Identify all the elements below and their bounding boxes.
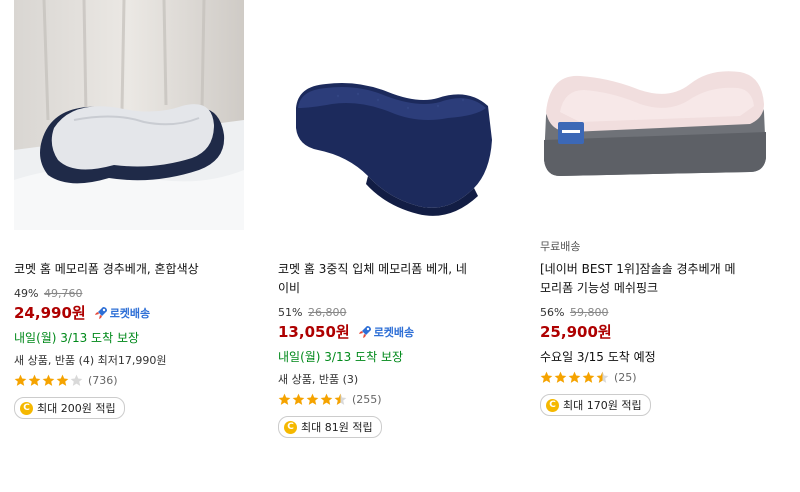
star-rating (14, 374, 84, 387)
product-title[interactable]: 코멧 홈 메모리폼 경추베개, 혼합색상 (14, 260, 246, 279)
star-icon (320, 393, 333, 405)
reward-label: 최대 200원 적립 (37, 402, 116, 415)
shipping-tag (278, 238, 528, 254)
star-icon (56, 374, 69, 386)
original-price: 59,800 (569, 306, 609, 319)
discount-rate: 51% (278, 306, 303, 319)
rocket-badge: 로켓배송 (358, 324, 414, 340)
rocket-icon (94, 306, 107, 319)
product-grid: 코멧 홈 메모리폼 경추베개, 혼합색상 49% 49,760 24,990원 … (0, 0, 800, 492)
shipping-tag (14, 238, 264, 254)
star-rating (278, 393, 348, 406)
discount-rate: 56% (540, 306, 565, 319)
product-title[interactable]: [네이버 BEST 1위]잠솔솔 경추베개 메 모리폼 기능성 메쉬핑크 (540, 260, 772, 298)
star-icon (292, 393, 305, 405)
review-count[interactable]: (736) (88, 374, 118, 387)
product-image[interactable] (540, 0, 770, 230)
rocket-label: 로켓배송 (373, 325, 415, 339)
star-icon (70, 374, 83, 386)
reward-badge: C 최대 200원 적립 (14, 397, 125, 419)
product-card[interactable]: 무료배송 [네이버 BEST 1위]잠솔솔 경추베개 메 모리폼 기능성 메쉬핑… (540, 0, 790, 416)
rocket-icon (358, 325, 371, 338)
reward-badge: C 최대 170원 적립 (540, 394, 651, 416)
discount-info: 49% 49,760 (14, 287, 264, 300)
star-icon (278, 393, 291, 405)
discount-info: 56% 59,800 (540, 306, 790, 319)
product-title-line[interactable]: [네이버 BEST 1위]잠솔솔 경추베개 메 (540, 260, 772, 279)
sale-price: 24,990원 (14, 304, 86, 322)
variants-info[interactable]: 새 상품, 반품 (3) (278, 371, 528, 387)
variants-info[interactable]: 새 상품, 반품 (4) 최저17,990원 (14, 352, 264, 368)
product-image[interactable] (278, 0, 508, 230)
discount-info: 51% 26,800 (278, 306, 528, 319)
rocket-badge: 로켓배송 (94, 305, 150, 321)
star-icon (14, 374, 27, 386)
product-title[interactable]: 코멧 홈 3중직 입체 메모리폼 베개, 네 이비 (278, 260, 510, 298)
product-image[interactable] (14, 0, 244, 230)
coin-icon: C (546, 398, 559, 412)
original-price: 49,760 (43, 287, 83, 300)
star-icon (42, 374, 55, 386)
product-title-line[interactable]: 코멧 홈 메모리폼 경추베개, 혼합색상 (14, 260, 246, 279)
reward-label: 최대 81원 적립 (301, 421, 373, 434)
star-icon (334, 393, 347, 405)
star-icon (540, 371, 553, 383)
review-count[interactable]: (25) (614, 371, 637, 384)
original-price: 26,800 (307, 306, 347, 319)
product-title-line[interactable]: 모리폼 기능성 메쉬핑크 (540, 279, 772, 298)
star-icon (28, 374, 41, 386)
product-title-line[interactable]: 이비 (278, 279, 510, 298)
star-icon (554, 371, 567, 383)
sale-price: 25,900원 (540, 323, 612, 341)
reward-label: 최대 170원 적립 (563, 399, 642, 412)
product-title-line[interactable]: 코멧 홈 3중직 입체 메모리폼 베개, 네 (278, 260, 510, 279)
rating: (25) (540, 371, 790, 384)
coin-icon: C (284, 420, 297, 434)
coin-icon: C (20, 401, 33, 415)
delivery-info: 수요일 3/15 도착 예정 (540, 350, 656, 364)
rating: (736) (14, 374, 264, 387)
price-row: 25,900원 (540, 321, 790, 342)
reward-badge: C 최대 81원 적립 (278, 416, 382, 438)
star-rating (540, 371, 610, 384)
delivery-info: 내일(월) 3/13 도착 보장 (278, 350, 404, 364)
star-icon (568, 371, 581, 383)
rocket-label: 로켓배송 (109, 306, 151, 320)
price-row: 24,990원 로켓배송 (14, 302, 264, 323)
price-row: 13,050원 로켓배송 (278, 321, 528, 342)
rating: (255) (278, 393, 528, 406)
shipping-tag: 무료배송 (540, 240, 581, 253)
star-icon (582, 371, 595, 383)
product-card[interactable]: 코멧 홈 3중직 입체 메모리폼 베개, 네 이비 51% 26,800 13,… (278, 0, 528, 438)
star-icon (596, 371, 609, 383)
review-count[interactable]: (255) (352, 393, 382, 406)
delivery-info: 내일(월) 3/13 도착 보장 (14, 331, 140, 345)
sale-price: 13,050원 (278, 323, 350, 341)
product-card[interactable]: 코멧 홈 메모리폼 경추베개, 혼합색상 49% 49,760 24,990원 … (14, 0, 264, 419)
star-icon (306, 393, 319, 405)
discount-rate: 49% (14, 287, 39, 300)
